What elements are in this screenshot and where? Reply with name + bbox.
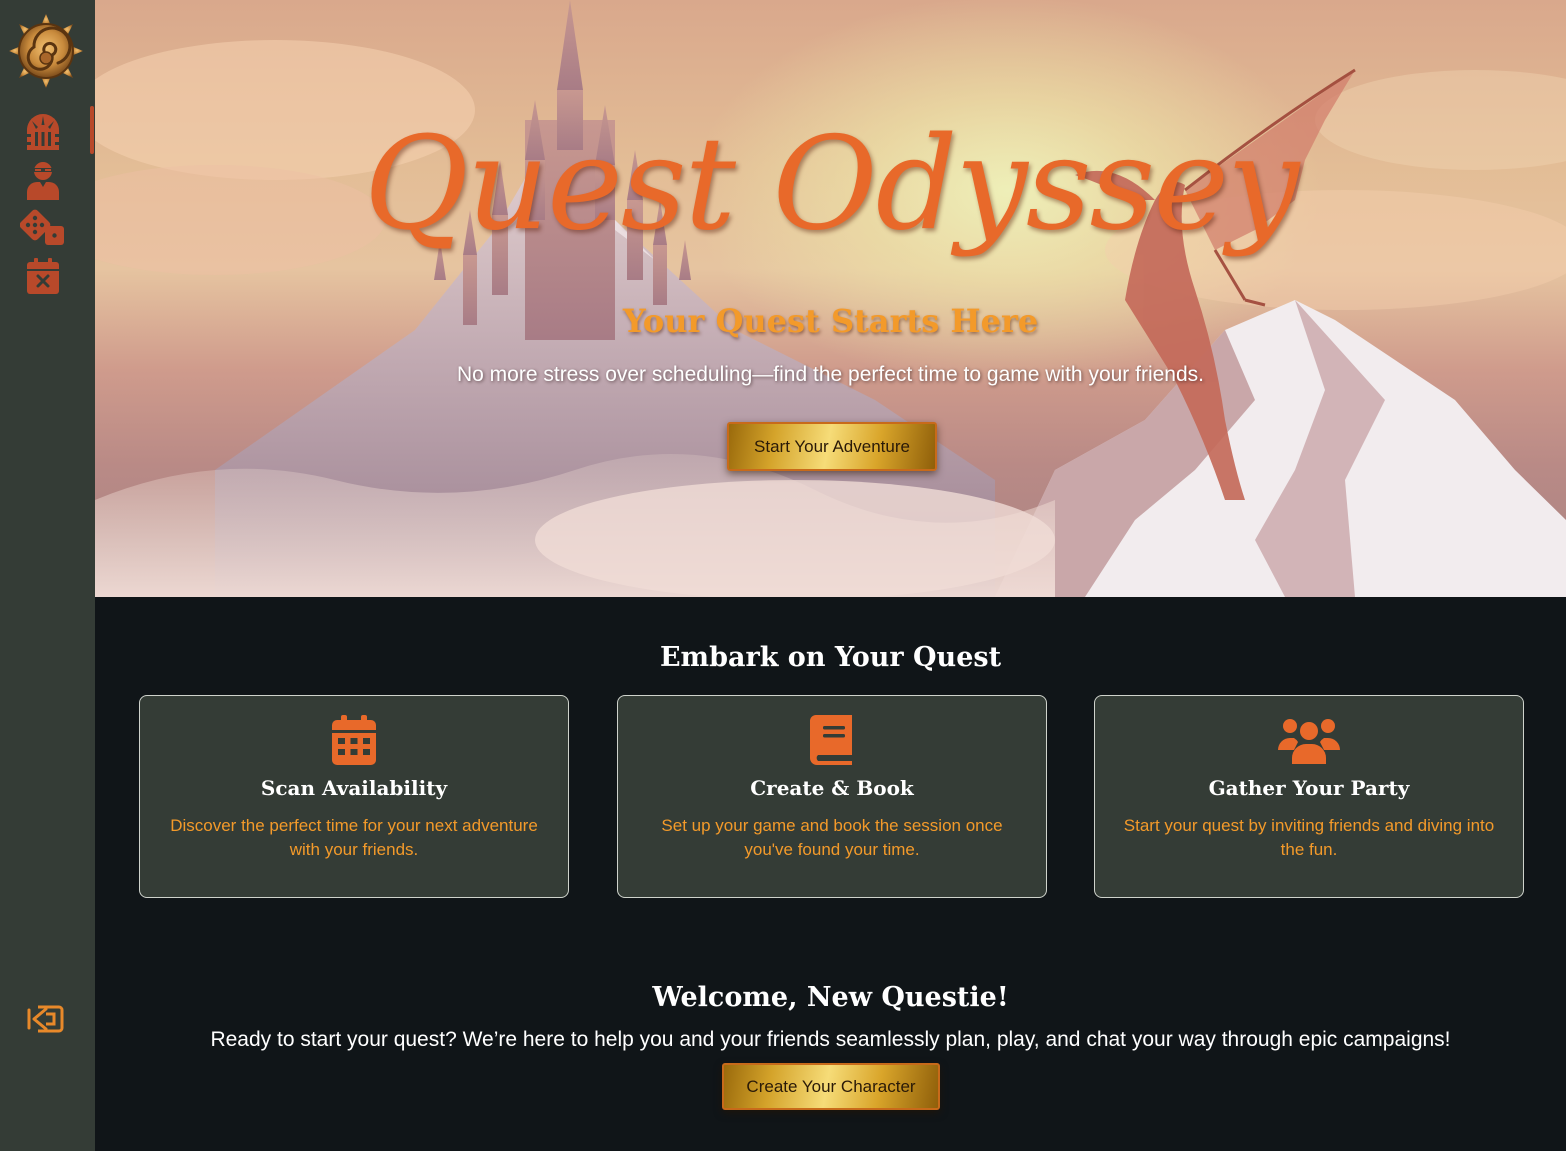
card-description: Start your quest by inviting friends and…: [1123, 816, 1495, 859]
group-icon: [1278, 719, 1340, 764]
calendar-cancel-icon: [27, 258, 59, 294]
dungeon-door-icon: [27, 114, 59, 150]
calendar-icon: [332, 715, 376, 765]
feature-card-party: Gather Your Party Start your quest by in…: [1094, 695, 1524, 898]
logout-button[interactable]: [24, 1000, 66, 1038]
dice-icon: [20, 209, 64, 245]
feature-card-scan: Scan Availability Discover the perfect t…: [139, 695, 569, 898]
start-adventure-button[interactable]: Start Your Adventure: [727, 422, 937, 471]
hero-banner: Quest Odyssey Your Quest Starts Here No …: [95, 0, 1566, 597]
nav-item-dungeon[interactable]: [20, 107, 66, 153]
welcome-title: Welcome, New Questie!: [652, 982, 1009, 1013]
hero-subtitle: Your Quest Starts Here: [622, 302, 1039, 340]
logout-icon: [27, 1005, 64, 1033]
nav-item-characters[interactable]: [20, 157, 66, 203]
card-description: Discover the perfect time for your next …: [170, 816, 538, 859]
nav-item-games[interactable]: [20, 205, 66, 251]
spiral-sun-emblem-logo[interactable]: [7, 12, 85, 90]
book-icon: [810, 715, 852, 765]
sidebar: [0, 0, 95, 1151]
character-icon: [27, 162, 59, 200]
nav-item-sessions[interactable]: [20, 253, 66, 299]
card-title: Scan Availability: [260, 776, 448, 800]
features-title: Embark on Your Quest: [659, 642, 1002, 673]
active-nav-indicator: [90, 106, 94, 154]
hero-title: Quest Odyssey: [363, 110, 1300, 259]
app-root: Quest Odyssey Your Quest Starts Here No …: [0, 0, 1566, 1151]
card-description: Set up your game and book the session on…: [661, 816, 1003, 859]
castle-dragon-illustration: [95, 0, 1566, 597]
welcome-text: Ready to start your quest? We’re here to…: [210, 1028, 1451, 1051]
card-title: Gather Your Party: [1208, 776, 1410, 800]
create-character-button[interactable]: Create Your Character: [722, 1063, 940, 1110]
feature-card-create: Create & Book Set up your game and book …: [617, 695, 1047, 898]
hero-tagline: No more stress over scheduling—find the …: [457, 363, 1204, 386]
card-title: Create & Book: [750, 776, 914, 800]
